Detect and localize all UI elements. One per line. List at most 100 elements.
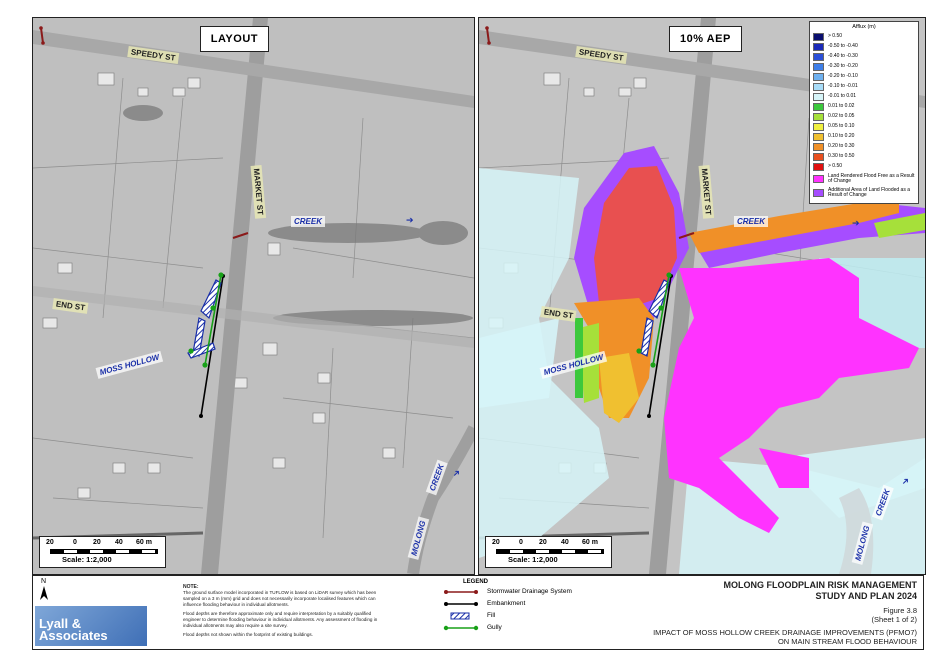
study-title: MOLONG FLOODPLAIN RISK MANAGEMENT	[723, 580, 918, 590]
scale-tick: 0	[519, 539, 523, 546]
afflux-label: > 0.50	[828, 163, 843, 170]
afflux-swatch	[813, 143, 824, 151]
afflux-label: -0.50 to -0.40	[828, 43, 858, 50]
afflux-label: 0.30 to 0.50	[828, 153, 855, 160]
afflux-legend-title: Afflux (m)	[852, 24, 876, 30]
afflux-label: -0.20 to -0.10	[828, 73, 858, 80]
scale-tick: 60 m	[582, 539, 598, 546]
afflux-label: 0.20 to 0.30	[828, 143, 855, 150]
legend-item-stormwater: Stormwater Drainage System	[443, 586, 593, 597]
afflux-swatch	[813, 103, 824, 111]
afflux-label: Land Rendered Flood Free as a Result of …	[828, 172, 915, 184]
aep-map: 10% AEP SPEEDY ST MARKET ST END ST CREEK…	[478, 17, 926, 575]
legend-title: LEGEND	[463, 579, 489, 585]
afflux-swatch	[813, 153, 824, 161]
afflux-legend-item: 0.01 to 0.02	[813, 102, 915, 112]
scale-tick: 20	[93, 539, 101, 546]
afflux-legend: Afflux (m) > 0.50 -0.50 to -0.40 -0.40 to …	[809, 21, 919, 204]
afflux-swatch	[813, 83, 824, 91]
afflux-label: -0.30 to -0.20	[828, 63, 858, 70]
afflux-swatch	[813, 175, 824, 183]
study-subtitle: STUDY AND PLAN 2024	[815, 591, 917, 601]
legend-label: Embankment	[487, 600, 526, 607]
scale-tick: 20	[539, 539, 547, 546]
afflux-swatch	[813, 93, 824, 101]
afflux-label: -0.10 to -0.01	[828, 83, 858, 90]
afflux-legend-item: 0.10 to 0.20	[813, 132, 915, 142]
scale-text: Scale: 1:2,000	[508, 555, 558, 564]
afflux-label: 0.10 to 0.20	[828, 133, 855, 140]
afflux-label: -0.01 to 0.01	[828, 93, 857, 100]
creek-label: CREEK	[291, 216, 326, 227]
afflux-legend-item: -0.10 to -0.01	[813, 82, 915, 92]
afflux-legend-item: -0.40 to -0.30	[813, 52, 915, 62]
north-label: N	[41, 578, 47, 585]
afflux-swatch	[813, 63, 824, 71]
note-paragraph: Flood depths are therefore approximate o…	[183, 611, 378, 628]
scale-bar-graphic	[50, 549, 158, 554]
north-arrow: N	[37, 578, 51, 604]
scale-text: Scale: 1:2,000	[62, 555, 112, 564]
figure-caption: ON MAIN STREAM FLOOD BEHAVIOUR	[777, 637, 917, 646]
map-note: NOTE: The ground surface model incorpora…	[183, 584, 383, 638]
afflux-label: 0.01 to 0.02	[828, 103, 855, 110]
note-paragraph: Flood depths not shown within the footpr…	[183, 632, 313, 637]
afflux-swatch	[813, 73, 824, 81]
afflux-legend-item: -0.30 to -0.20	[813, 62, 915, 72]
company-logo: Lyall & Associates	[35, 606, 147, 646]
scale-bar: 20 0 20 40 60 m Scale: 1:2,000	[39, 536, 166, 568]
figure-caption: IMPACT OF MOSS HOLLOW CREEK DRAINAGE IMP…	[653, 628, 917, 637]
afflux-swatch	[813, 163, 824, 171]
afflux-legend-item: -0.50 to -0.40	[813, 42, 915, 52]
gully-symbol-icon	[443, 625, 479, 630]
afflux-legend-item: > 0.50	[813, 162, 915, 172]
scale-bar: 20 0 20 40 60 m Scale: 1:2,000	[485, 536, 612, 568]
afflux-legend-item: 0.05 to 0.10	[813, 122, 915, 132]
afflux-swatch	[813, 123, 824, 131]
flow-arrow-icon: ➔	[406, 215, 414, 225]
scale-bar-graphic	[496, 549, 604, 554]
fill-symbol-icon	[450, 612, 470, 619]
figure-footer: N Lyall & Associates NOTE: The ground su…	[32, 575, 924, 650]
afflux-legend-item: 0.20 to 0.30	[813, 142, 915, 152]
title-block: MOLONG FLOODPLAIN RISK MANAGEMENT STUDY …	[587, 580, 917, 646]
afflux-legend-item: 0.30 to 0.50	[813, 152, 915, 162]
layout-map-title: LAYOUT	[199, 26, 269, 52]
company-logo-text: Lyall & Associates	[39, 616, 108, 643]
note-paragraph: The ground surface model incorporated in…	[183, 590, 377, 607]
afflux-label: 0.05 to 0.10	[828, 123, 855, 130]
legend-label: Gully	[487, 624, 502, 631]
legend-item-gully: Gully	[443, 622, 593, 633]
afflux-swatch	[813, 189, 824, 197]
afflux-swatch	[813, 133, 824, 141]
afflux-legend-item: -0.01 to 0.01	[813, 92, 915, 102]
afflux-label: > 0.50	[828, 33, 843, 40]
afflux-legend-item: 0.02 to 0.05	[813, 112, 915, 122]
legend-label: Stormwater Drainage System	[487, 588, 572, 595]
afflux-legend-item: Additional Area of Land Flooded as a Res…	[813, 186, 915, 200]
afflux-legend-item: Land Rendered Flood Free as a Result of …	[813, 172, 915, 186]
legend-item-embankment: Embankment	[443, 598, 593, 609]
layout-map: LAYOUT SPEEDY ST MARKET ST END ST CREEK …	[32, 17, 475, 575]
stormwater-symbol-icon	[444, 589, 478, 594]
afflux-swatch	[813, 33, 824, 41]
afflux-label: 0.02 to 0.05	[828, 113, 855, 120]
scale-tick: 60 m	[136, 539, 152, 546]
creek-label: CREEK	[734, 216, 769, 227]
afflux-swatch	[813, 43, 824, 51]
layout-legend: LEGEND Stormwater Drainage System Embank…	[443, 579, 593, 633]
afflux-label: -0.40 to -0.30	[828, 53, 858, 60]
figure-page: LAYOUT SPEEDY ST MARKET ST END ST CREEK …	[0, 0, 940, 665]
scale-tick: 40	[561, 539, 569, 546]
embankment-symbol-icon	[444, 601, 478, 606]
legend-label: Fill	[487, 612, 496, 619]
scale-tick: 20	[492, 539, 500, 546]
flow-arrow-icon: ➔	[852, 218, 860, 228]
scale-tick: 40	[115, 539, 123, 546]
afflux-swatch	[813, 113, 824, 121]
aep-map-title: 10% AEP	[669, 26, 742, 52]
afflux-legend-item: -0.20 to -0.10	[813, 72, 915, 82]
scale-tick: 0	[73, 539, 77, 546]
sheet-number: (Sheet 1 of 2)	[871, 615, 917, 624]
afflux-label: Additional Area of Land Flooded as a Res…	[828, 186, 911, 198]
